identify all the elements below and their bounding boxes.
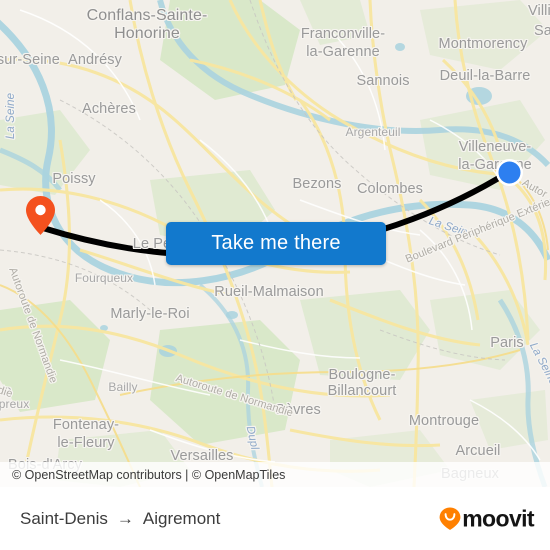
destination-dot-marker[interactable] <box>495 158 524 187</box>
route-destination-label: Aigremont <box>142 508 221 528</box>
moovit-route-map-screen: Conflans-Sainte- Honorine Andrésy -sur-S… <box>0 0 550 550</box>
moovit-logo[interactable]: moovit <box>439 505 535 532</box>
map-canvas[interactable]: Conflans-Sainte- Honorine Andrésy -sur-S… <box>0 0 550 487</box>
arrow-right-icon: → <box>116 509 134 528</box>
route-footer: Saint-Denis → Aigremont moovit <box>0 487 550 550</box>
route-origin-label: Saint-Denis <box>20 508 108 528</box>
map-dot-icon <box>496 159 523 186</box>
origin-pin-marker[interactable] <box>26 196 55 235</box>
take-me-there-button[interactable]: Take me there <box>166 222 386 265</box>
map-attribution-bar: © OpenStreetMap contributors | © OpenMap… <box>0 462 550 487</box>
attribution-text[interactable]: © OpenStreetMap contributors | © OpenMap… <box>0 468 285 482</box>
moovit-wordmark: moovit <box>462 505 534 531</box>
moovit-pin-icon <box>439 507 461 530</box>
route-summary: Saint-Denis → Aigremont <box>20 509 220 529</box>
map-pin-icon <box>26 196 55 235</box>
